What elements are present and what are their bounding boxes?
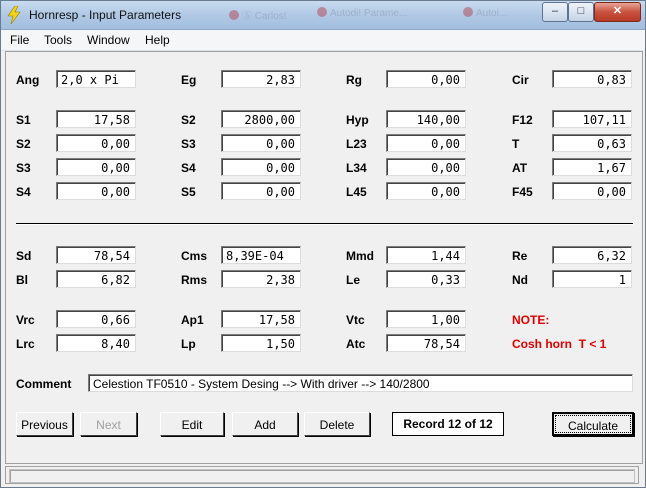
ang-field[interactable]: 2,0 x Pi <box>56 70 136 88</box>
menu-window[interactable]: Window <box>87 33 130 47</box>
vrc-field[interactable]: 0,66 <box>56 310 136 328</box>
s1-field[interactable]: 17,58 <box>56 110 136 128</box>
eg-label: Eg <box>181 73 197 87</box>
atc-label: Atc <box>346 337 366 351</box>
comment-label: Comment <box>16 377 72 391</box>
l23-field[interactable]: 0,00 <box>386 134 466 152</box>
ap1-label: Ap1 <box>181 313 204 327</box>
add-button[interactable]: Add <box>232 412 298 436</box>
close-button[interactable]: ✕ <box>594 2 641 22</box>
lrc-field[interactable]: 8,40 <box>56 334 136 352</box>
status-bar-panel <box>9 469 635 483</box>
s2b-field[interactable]: 0,00 <box>56 134 136 152</box>
previous-button[interactable]: Previous <box>16 412 73 436</box>
record-counter: Record 12 of 12 <box>392 412 504 436</box>
minimize-button[interactable]: – <box>542 2 568 22</box>
s4b-field[interactable]: 0,00 <box>56 182 136 200</box>
title-bar[interactable]: Hornresp - Input Parameters Ⓢ Carlos! Au… <box>1 1 645 30</box>
comment-field[interactable]: Celestion TF0510 - System Desing --> Wit… <box>88 374 633 392</box>
s1-label: S1 <box>16 113 31 127</box>
calculate-button[interactable]: Calculate <box>552 412 634 436</box>
re-label: Re <box>512 249 528 263</box>
t-field[interactable]: 0,63 <box>552 134 632 152</box>
cir-label: Cir <box>512 73 529 87</box>
ap1-field[interactable]: 17,58 <box>221 310 301 328</box>
menu-file[interactable]: File <box>10 33 29 47</box>
s4-label: S4 <box>181 161 196 175</box>
rg-field[interactable]: 0,00 <box>386 70 466 88</box>
t-label: T <box>512 137 520 151</box>
l45-label: L45 <box>346 185 367 199</box>
next-button[interactable]: Next <box>80 412 137 436</box>
l23-label: L23 <box>346 137 367 151</box>
mmd-label: Mmd <box>346 249 374 263</box>
vtc-field[interactable]: 1,00 <box>386 310 466 328</box>
l34-label: L34 <box>346 161 367 175</box>
cms-label: Cms <box>181 249 208 263</box>
rms-label: Rms <box>181 273 208 287</box>
s2-label: S2 <box>181 113 196 127</box>
hyp-field[interactable]: 140,00 <box>386 110 466 128</box>
lightning-icon <box>7 6 21 24</box>
f45-field[interactable]: 0,00 <box>552 182 632 200</box>
s3-field[interactable]: 0,00 <box>221 134 301 152</box>
s4-field[interactable]: 0,00 <box>221 158 301 176</box>
ang-label: Ang <box>16 73 40 87</box>
menu-bar: File Tools Window Help <box>1 30 645 51</box>
s3b-field[interactable]: 0,00 <box>56 158 136 176</box>
main-window: Hornresp - Input Parameters Ⓢ Carlos! Au… <box>0 0 646 488</box>
atc-field[interactable]: 78,54 <box>386 334 466 352</box>
re-field[interactable]: 6,32 <box>552 246 632 264</box>
at-field[interactable]: 1,67 <box>552 158 632 176</box>
s3-label: S3 <box>181 137 196 151</box>
window-title: Hornresp - Input Parameters <box>29 8 182 22</box>
bl-field[interactable]: 6,82 <box>56 270 136 288</box>
l34-field[interactable]: 0,00 <box>386 158 466 176</box>
delete-button[interactable]: Delete <box>304 412 370 436</box>
rms-field[interactable]: 2,38 <box>221 270 301 288</box>
parameters-panel: Ang 2,0 x Pi Eg 2,83 Rg 0,00 Cir 0,83 S1… <box>5 51 643 464</box>
nd-field[interactable]: 1 <box>552 270 632 288</box>
at-label: AT <box>512 161 528 175</box>
menu-tools[interactable]: Tools <box>44 33 72 47</box>
s4b-label: S4 <box>16 185 31 199</box>
vrc-label: Vrc <box>16 313 35 327</box>
lrc-label: Lrc <box>16 337 35 351</box>
le-field[interactable]: 0,33 <box>386 270 466 288</box>
f12-field[interactable]: 107,11 <box>552 110 632 128</box>
l45-field[interactable]: 0,00 <box>386 182 466 200</box>
mmd-field[interactable]: 1,44 <box>386 246 466 264</box>
background-tab-2: Autodi! Parame... <box>317 7 407 21</box>
section-divider <box>16 223 633 225</box>
hyp-label: Hyp <box>346 113 369 127</box>
background-tab-3: Autoi... <box>463 7 507 21</box>
maximize-button[interactable]: □ <box>568 2 594 22</box>
s2-field[interactable]: 2800,00 <box>221 110 301 128</box>
s5-label: S5 <box>181 185 196 199</box>
s2b-label: S2 <box>16 137 31 151</box>
bl-label: Bl <box>16 273 28 287</box>
f12-label: F12 <box>512 113 533 127</box>
vtc-label: Vtc <box>346 313 365 327</box>
cir-field[interactable]: 0,83 <box>552 70 632 88</box>
sd-field[interactable]: 78,54 <box>56 246 136 264</box>
s3b-label: S3 <box>16 161 31 175</box>
sd-label: Sd <box>16 249 32 263</box>
note-text: Cosh horn T < 1 <box>512 337 607 351</box>
lp-field[interactable]: 1,50 <box>221 334 301 352</box>
menu-help[interactable]: Help <box>145 33 170 47</box>
le-label: Le <box>346 273 361 287</box>
background-tab-1: Ⓢ Carlos! <box>229 7 286 22</box>
status-bar <box>5 466 639 484</box>
nd-label: Nd <box>512 273 528 287</box>
f45-label: F45 <box>512 185 533 199</box>
edit-button[interactable]: Edit <box>160 412 224 436</box>
cms-field[interactable]: 8,39E-04 <box>221 246 301 264</box>
note-title: NOTE: <box>512 313 550 327</box>
s5-field[interactable]: 0,00 <box>221 182 301 200</box>
lp-label: Lp <box>181 337 196 351</box>
rg-label: Rg <box>346 73 362 87</box>
eg-field[interactable]: 2,83 <box>221 70 301 88</box>
